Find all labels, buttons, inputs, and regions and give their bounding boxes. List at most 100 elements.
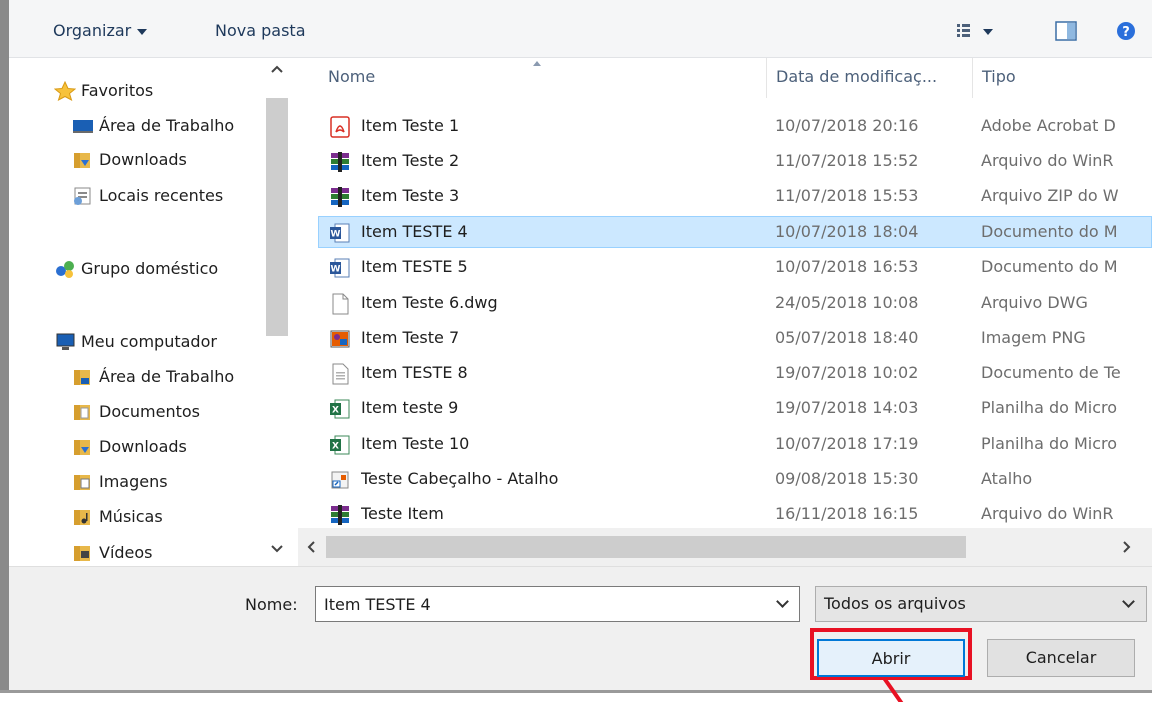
file-date: 11/07/2018 15:53: [775, 186, 919, 205]
nav-pc-desktop-label: Área de Trabalho: [99, 367, 235, 386]
svg-text:X: X: [332, 442, 339, 452]
open-button[interactable]: Abrir: [817, 639, 965, 677]
file-row[interactable]: Item Teste 6.dwg 24/05/2018 10:08 Arquiv…: [318, 287, 1152, 319]
file-row[interactable]: Item Teste 3 11/07/2018 15:53 Arquivo ZI…: [318, 180, 1152, 212]
file-row[interactable]: Teste Item 16/11/2018 16:15 Arquivo do W…: [318, 498, 1152, 530]
file-date: 10/07/2018 17:19: [775, 434, 919, 453]
dialog-footer: Nome: Todos os arquivos Abrir Cancelar: [9, 566, 1152, 690]
scroll-down-icon[interactable]: [269, 542, 285, 556]
word-icon: W: [330, 223, 350, 243]
homegroup-icon: [56, 261, 74, 278]
file-row[interactable]: Item Teste 2 11/07/2018 15:52 Arquivo do…: [318, 145, 1152, 177]
file-type: Adobe Acrobat D: [981, 116, 1116, 135]
toolbar: Organizar Nova pasta ?: [9, 0, 1152, 58]
column-separator[interactable]: [766, 58, 767, 98]
shortcut-icon: [331, 471, 349, 489]
filename-input[interactable]: [324, 593, 754, 615]
blank-file-icon: [332, 293, 349, 315]
nav-pc-documents-label: Documentos: [99, 402, 201, 421]
column-header-type[interactable]: Tipo: [982, 60, 1016, 100]
caret-down-icon: [137, 28, 148, 35]
file-row[interactable]: X Item teste 9 19/07/2018 14:03 Planilha…: [318, 392, 1152, 424]
excel-icon: X: [330, 435, 350, 455]
nav-pc-images-label: Imagens: [99, 472, 168, 491]
file-type: Planilha do Micro: [981, 434, 1118, 453]
image-icon: [330, 330, 350, 348]
winrar-icon: [331, 505, 349, 525]
file-date: 19/07/2018 10:02: [775, 363, 919, 382]
winrar-icon: [331, 152, 349, 172]
recent-places-icon: [74, 187, 91, 205]
hscroll-thumb[interactable]: [326, 536, 966, 558]
word-icon: W: [330, 258, 350, 278]
desktop-folder-icon: [74, 370, 90, 385]
file-row[interactable]: W Item TESTE 5 10/07/2018 16:53 Document…: [318, 251, 1152, 283]
nav-fav-downloads-label: Downloads: [99, 150, 187, 169]
file-row-selected[interactable]: W Item TESTE 4 10/07/2018 18:04 Document…: [318, 216, 1152, 248]
organize-label: Organizar: [53, 21, 132, 40]
nav-pc-downloads-label: Downloads: [99, 437, 187, 456]
scroll-up-icon[interactable]: [269, 62, 285, 76]
view-options-button[interactable]: [955, 20, 1005, 42]
downloads-folder-icon: [74, 440, 90, 455]
file-type-filter-select[interactable]: Todos os arquivos: [815, 586, 1147, 622]
file-date: 24/05/2018 10:08: [775, 293, 919, 312]
file-list: Nome Data de modificaç... Tipo Item Test…: [298, 58, 1152, 566]
preview-pane-icon: [1055, 21, 1077, 41]
file-list-horizontal-scrollbar[interactable]: [298, 528, 1152, 566]
excel-icon: X: [330, 399, 350, 419]
text-file-icon: [332, 363, 349, 385]
scroll-left-icon[interactable]: [304, 540, 318, 554]
file-type: Arquivo do WinR: [981, 151, 1114, 170]
file-name: Item TESTE 5: [361, 257, 468, 276]
nav-pc-videos-label: Vídeos: [99, 543, 153, 562]
column-separator[interactable]: [972, 58, 973, 98]
svg-text:W: W: [331, 230, 341, 240]
star-icon: [54, 81, 76, 101]
scroll-right-icon[interactable]: [1120, 540, 1134, 554]
winrar-icon: [331, 187, 349, 207]
music-folder-icon: [74, 510, 90, 525]
chevron-down-icon[interactable]: [776, 595, 789, 608]
file-name: Teste Cabeçalho - Atalho: [361, 469, 559, 488]
column-header-name[interactable]: Nome: [328, 60, 375, 100]
file-row[interactable]: Item Teste 7 05/07/2018 18:40 Imagem PNG: [318, 322, 1152, 354]
navigation-pane: Favoritos Área de Trabalho Downloads Loc…: [9, 58, 291, 566]
file-type: Documento do M: [981, 257, 1118, 276]
computer-icon: [56, 333, 75, 350]
nav-favorites-label: Favoritos: [81, 81, 154, 100]
cancel-button[interactable]: Cancelar: [987, 639, 1135, 677]
view-options-icon: [957, 24, 993, 37]
new-folder-button[interactable]: Nova pasta: [215, 20, 306, 42]
videos-folder-icon: [74, 546, 90, 561]
file-date: 11/07/2018 15:52: [775, 151, 919, 170]
help-icon: ?: [1117, 22, 1135, 40]
images-folder-icon: [74, 475, 90, 490]
file-name: Item Teste 1: [361, 116, 460, 135]
file-row[interactable]: X Item Teste 10 10/07/2018 17:19 Planilh…: [318, 428, 1152, 460]
column-header-date[interactable]: Data de modificaç...: [776, 60, 937, 100]
file-date: 16/11/2018 16:15: [775, 504, 919, 523]
file-name: Item Teste 10: [361, 434, 470, 453]
file-type: Imagem PNG: [981, 328, 1086, 347]
file-name: Item Teste 3: [361, 186, 460, 205]
pdf-icon: [330, 116, 350, 138]
file-type: Arquivo ZIP do W: [981, 186, 1119, 205]
file-date: 19/07/2018 14:03: [775, 398, 919, 417]
file-type: Arquivo DWG: [981, 293, 1088, 312]
window-frame-left: [0, 0, 9, 702]
nav-fav-recent-label: Locais recentes: [99, 186, 224, 205]
chevron-down-icon: [1122, 595, 1135, 608]
file-row[interactable]: Item TESTE 8 19/07/2018 10:02 Documento …: [318, 357, 1152, 389]
file-row[interactable]: Item Teste 1 10/07/2018 20:16 Adobe Acro…: [318, 110, 1152, 142]
filename-combobox[interactable]: [315, 586, 800, 622]
file-date: 05/07/2018 18:40: [775, 328, 919, 347]
help-button[interactable]: ?: [1113, 20, 1139, 42]
nav-fav-desktop-label: Área de Trabalho: [99, 116, 235, 135]
nav-scroll-thumb[interactable]: [266, 98, 288, 336]
nav-vertical-scrollbar[interactable]: [263, 58, 291, 566]
preview-pane-button[interactable]: [1053, 20, 1079, 42]
organize-button[interactable]: Organizar: [53, 20, 148, 42]
file-type: Planilha do Micro: [981, 398, 1118, 417]
file-row[interactable]: Teste Cabeçalho - Atalho 09/08/2018 15:3…: [318, 463, 1152, 495]
